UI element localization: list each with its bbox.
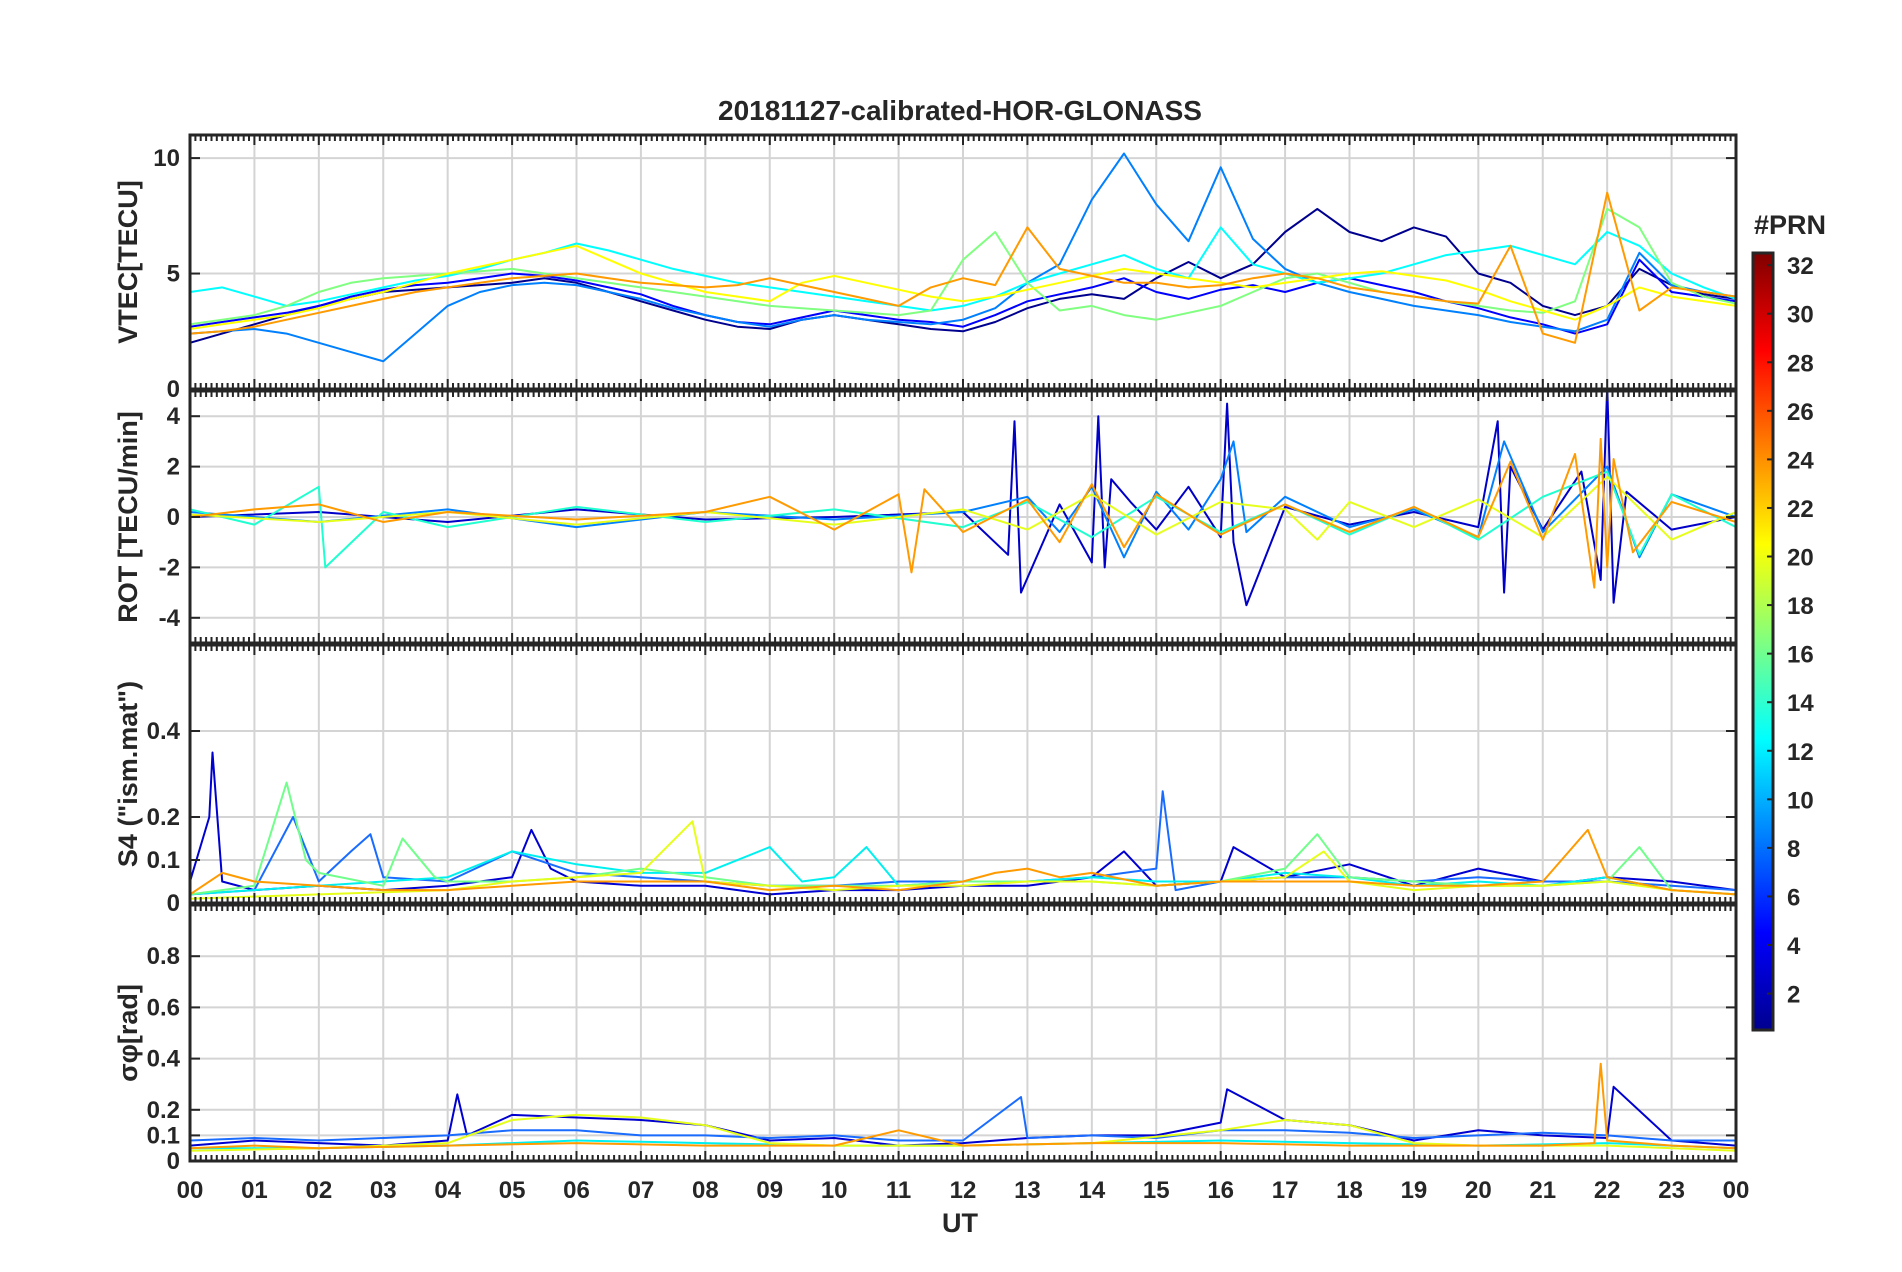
colorbar-bar — [1751, 251, 1775, 1032]
y-tick-label: 0.1 — [147, 847, 180, 874]
y-tick-label: -2 — [159, 554, 180, 581]
y-tick-label: 5 — [167, 261, 180, 288]
x-tick-label: 20 — [1465, 1177, 1492, 1204]
x-tick-label: 04 — [434, 1177, 461, 1204]
y-axis-label: S4 ("ism.mat") — [113, 681, 143, 867]
x-tick-label: 17 — [1272, 1177, 1299, 1204]
colorbar-tick-label: 32 — [1787, 253, 1814, 280]
y-axis-label: σφ[rad] — [113, 984, 143, 1082]
x-tick-label: 11 — [886, 1177, 911, 1204]
x-tick-label: 21 — [1529, 1177, 1556, 1204]
colorbar-tick-label: 2 — [1787, 982, 1800, 1009]
x-tick-label: 01 — [241, 1177, 268, 1204]
colorbar-tick-label: 18 — [1787, 593, 1814, 620]
y-tick-label: 0.6 — [147, 994, 180, 1021]
colorbar-tick-label: 14 — [1787, 690, 1814, 717]
x-axis-label: UT — [942, 1208, 978, 1238]
x-tick-label: 00 — [177, 1177, 204, 1204]
x-tick-label: 03 — [370, 1177, 397, 1204]
x-tick-label: 14 — [1078, 1177, 1105, 1204]
y-tick-label: 10 — [153, 145, 180, 172]
y-tick-label: 0 — [167, 1148, 180, 1175]
chart-title: 20181127-calibrated-HOR-GLONASS — [718, 95, 1202, 126]
x-tick-label: 05 — [499, 1177, 526, 1204]
colorbar-tick-label: 26 — [1787, 399, 1814, 426]
x-tick-label: 19 — [1401, 1177, 1428, 1204]
panels: 0510VTEC[TECU]-4-2024ROT [TECU/min]00.10… — [113, 133, 1750, 1204]
figure: 20181127-calibrated-HOR-GLONASS 0510VTEC… — [113, 95, 1826, 1238]
x-tick-label: 18 — [1336, 1177, 1363, 1204]
colorbar-tick-label: 10 — [1787, 787, 1814, 814]
panel-vtec: 0 5 10 VTEC[TECU] — [113, 133, 1738, 403]
colorbar-tick-label: 8 — [1787, 836, 1800, 863]
x-tick-label: 22 — [1594, 1177, 1621, 1204]
colorbar-tick-label: 16 — [1787, 642, 1814, 669]
colorbar-tick-label: 24 — [1787, 447, 1814, 474]
x-tick-label: 12 — [950, 1177, 977, 1204]
y-tick-label: -4 — [159, 605, 181, 632]
colorbar-tick-label: 30 — [1787, 302, 1814, 329]
y-tick-label: 2 — [167, 454, 180, 481]
panel-rot: -4 -2 0 2 4 ROT [TECU/min] — [113, 389, 1738, 645]
y-tick-label: 0.2 — [147, 1097, 180, 1124]
x-tick-label: 02 — [305, 1177, 332, 1204]
y-tick-label: 0.4 — [147, 718, 181, 745]
x-tick-label: 09 — [756, 1177, 783, 1204]
colorbar-tick-label: 22 — [1787, 496, 1814, 523]
y-tick-label: 0 — [167, 504, 180, 531]
y-axis-label: ROT [TECU/min] — [113, 411, 143, 622]
panel-s4: 0 0.1 0.2 0.4S4 ("ism.mat") — [113, 643, 1738, 917]
panel-sigma_phi: 00.10.2 0.4 0.6 0.8σφ[rad] — [113, 903, 1738, 1175]
y-axis-label: VTEC[TECU] — [113, 180, 143, 344]
colorbar-title: #PRN — [1754, 210, 1826, 240]
colorbar-tick-label: 28 — [1787, 350, 1814, 377]
colorbar-tick-label: 20 — [1787, 545, 1814, 572]
x-tick-label: 15 — [1143, 1177, 1170, 1204]
y-tick-label: 0.1 — [147, 1122, 180, 1149]
colorbar: #PRN 32 30 28 26 24 22 20 18 16 14 12 10 8 6 4 2 — [1751, 210, 1826, 1032]
x-tick-label: 06 — [563, 1177, 590, 1204]
y-tick-label: 0 — [167, 376, 180, 403]
x-tick-label: 23 — [1658, 1177, 1685, 1204]
y-tick-label: 4 — [167, 403, 181, 430]
colorbar-tick-label: 12 — [1787, 739, 1814, 766]
x-tick-label: 10 — [821, 1177, 848, 1204]
x-tick-label: 08 — [692, 1177, 719, 1204]
y-tick-label: 0.2 — [147, 804, 180, 831]
y-tick-label: 0.8 — [147, 943, 180, 970]
x-tick-label: 00 — [1723, 1177, 1750, 1204]
y-tick-label: 0 — [167, 890, 180, 917]
colorbar-tick-label: 6 — [1787, 884, 1800, 911]
x-tick-label: 16 — [1207, 1177, 1234, 1204]
x-tick-label: 13 — [1014, 1177, 1041, 1204]
y-tick-label: 0.4 — [147, 1046, 181, 1073]
x-tick-label: 07 — [628, 1177, 655, 1204]
x-tick-labels: 00 01 02 03 04 05 06 07 08 09 10 11 12 13 14 15 16 17 18 19… — [177, 1177, 1750, 1204]
colorbar-tick-label: 4 — [1787, 933, 1801, 960]
